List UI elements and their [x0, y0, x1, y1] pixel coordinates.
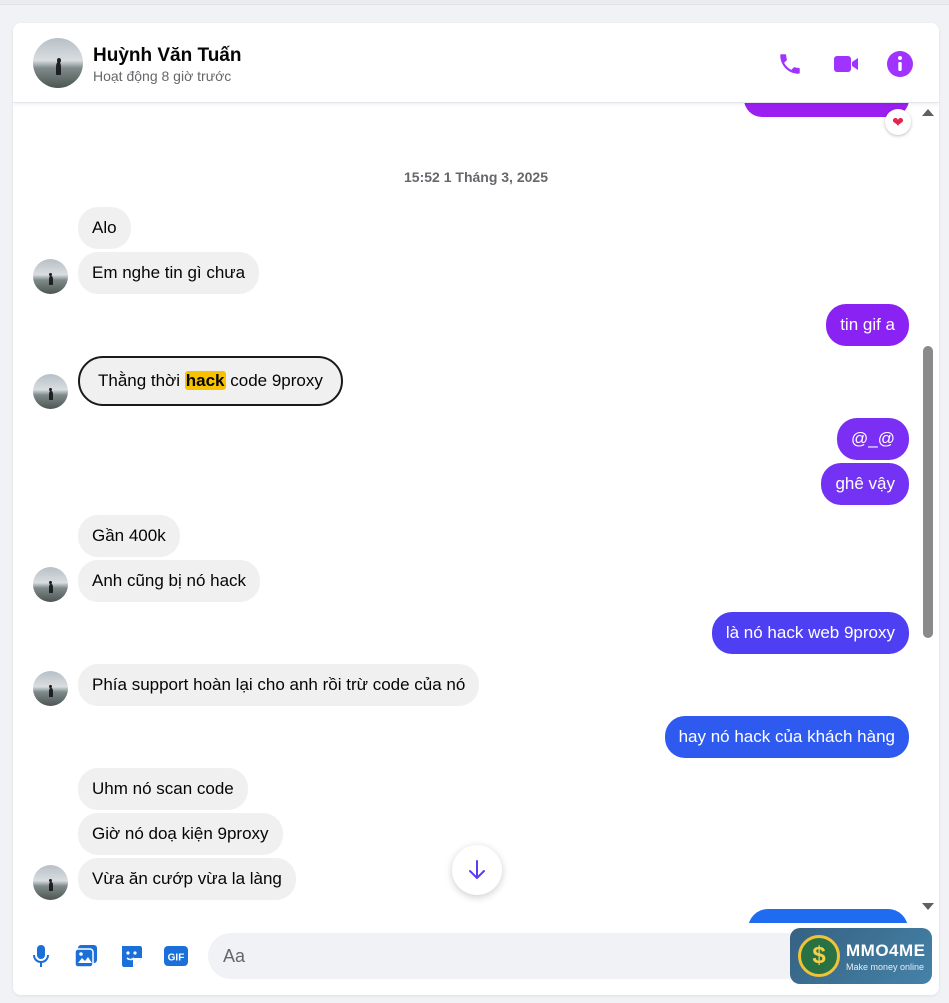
- info-icon: [887, 51, 913, 77]
- contact-avatar-small[interactable]: [33, 259, 68, 294]
- watermark-brand: MMO4ME: [846, 941, 926, 960]
- next-message-bubble[interactable]: [748, 909, 908, 923]
- attach-image-button[interactable]: [73, 943, 99, 969]
- gif-button[interactable]: GIF: [163, 943, 189, 969]
- image-icon: [74, 945, 97, 968]
- call-button[interactable]: [775, 49, 805, 79]
- video-camera-icon: [834, 56, 858, 72]
- svg-text:GIF: GIF: [168, 953, 185, 964]
- message-text-part: Thằng thời: [98, 371, 185, 390]
- message-bubble[interactable]: Anh cũng bị nó hack: [78, 560, 261, 602]
- scroll-down-arrow[interactable]: [922, 903, 934, 910]
- message-bubble[interactable]: Giờ nó doạ kiện 9proxy: [78, 813, 283, 855]
- contact-avatar-small[interactable]: [33, 865, 68, 900]
- search-highlight: hack: [184, 371, 226, 390]
- watermark-logo: $ MMO4ME Make money online: [790, 928, 932, 984]
- sticker-icon: [122, 946, 142, 967]
- message-bubble[interactable]: Gần 400k: [78, 515, 180, 557]
- message-bubble[interactable]: @_@: [837, 418, 909, 460]
- message-bubble[interactable]: Phía support hoàn lại cho anh rồi trừ co…: [78, 664, 480, 706]
- message-bubble[interactable]: Alo: [78, 207, 131, 249]
- message-bubble[interactable]: Uhm nó scan code: [78, 768, 248, 810]
- message-bubble[interactable]: Em nghe tin gì chưa: [78, 252, 260, 294]
- voice-clip-button[interactable]: [28, 943, 54, 969]
- heart-icon[interactable]: ❤: [885, 109, 911, 135]
- chat-header: Huỳnh Văn Tuấn Hoạt động 8 giờ trước: [13, 23, 939, 103]
- phone-icon: [780, 54, 800, 74]
- contact-status: Hoạt động 8 giờ trước: [93, 68, 232, 84]
- contact-avatar[interactable]: [33, 38, 83, 88]
- watermark-tagline: Make money online: [846, 962, 925, 972]
- dollar-coin-icon: $: [798, 935, 840, 977]
- highlighted-message-bubble[interactable]: Thằng thời hack code 9proxy: [78, 356, 343, 406]
- contact-avatar-small[interactable]: [33, 567, 68, 602]
- message-bubble[interactable]: Vừa ăn cướp vừa la làng: [78, 858, 296, 900]
- previous-message-bubble[interactable]: [744, 103, 909, 117]
- scrollbar-thumb[interactable]: [923, 346, 933, 638]
- contact-avatar-small[interactable]: [33, 374, 68, 409]
- message-bubble[interactable]: tin gif a: [826, 304, 909, 346]
- video-call-button[interactable]: [831, 49, 861, 79]
- scroll-up-arrow[interactable]: [922, 109, 934, 116]
- contact-avatar-small[interactable]: [33, 671, 68, 706]
- sticker-button[interactable]: [118, 943, 144, 969]
- message-bubble[interactable]: hay nó hack của khách hàng: [664, 716, 909, 758]
- message-scrollbar[interactable]: [918, 103, 939, 923]
- scroll-to-bottom-button[interactable]: [452, 845, 502, 895]
- window-top-bar: [0, 0, 949, 5]
- info-button[interactable]: [885, 49, 915, 79]
- message-input[interactable]: Aa: [208, 933, 828, 979]
- message-bubble[interactable]: ghê vậy: [821, 463, 909, 505]
- microphone-icon: [33, 945, 49, 967]
- message-bubble[interactable]: là nó hack web 9proxy: [711, 612, 909, 654]
- chat-window: Huỳnh Văn Tuấn Hoạt động 8 giờ trước ❤ 1…: [13, 23, 939, 995]
- message-list[interactable]: ❤ 15:52 1 Tháng 3, 2025 Alo Em nghe tin …: [13, 103, 939, 923]
- arrow-down-icon: [469, 860, 485, 879]
- gif-icon: GIF: [164, 946, 188, 966]
- message-timestamp: 15:52 1 Tháng 3, 2025: [404, 169, 548, 185]
- message-text-part: code 9proxy: [225, 371, 323, 390]
- contact-name[interactable]: Huỳnh Văn Tuấn: [93, 45, 241, 67]
